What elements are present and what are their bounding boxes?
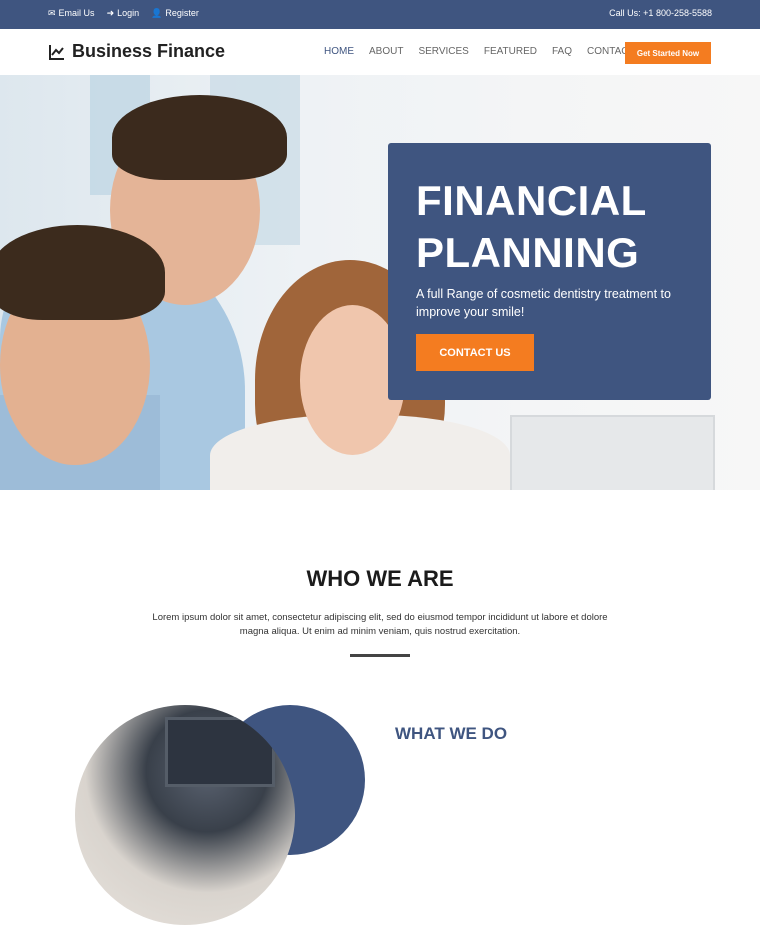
login-link[interactable]: ➜ Login: [107, 8, 140, 18]
what-we-do-title: WHAT WE DO: [395, 724, 508, 743]
user-plus-icon: 👤: [151, 7, 163, 18]
main-navbar: Business Finance HOME ABOUT SERVICES FEA…: [0, 29, 760, 75]
call-us-text: Call Us: +1 800-258-5588: [609, 8, 712, 18]
nav-menu: HOME ABOUT SERVICES FEATURED FAQ CONTACT: [324, 46, 650, 57]
email-us-link[interactable]: ✉ Email Us: [48, 8, 95, 18]
who-we-are-title: WHO WE ARE: [306, 566, 454, 591]
sign-in-icon: ➜: [106, 7, 115, 18]
who-we-are-text: Lorem ipsum dolor sit amet, consectetur …: [152, 612, 608, 637]
hero-title: FINANCIAL PLANNING: [416, 175, 647, 279]
register-link[interactable]: 👤 Register: [151, 8, 199, 18]
hero-title-line1: FINANCIAL: [416, 177, 647, 224]
hero-subtitle: A full Range of cosmetic dentistry treat…: [416, 287, 671, 319]
nav-about[interactable]: ABOUT: [369, 46, 403, 57]
get-started-button[interactable]: Get Started Now: [625, 42, 711, 64]
line-chart-icon: [49, 44, 64, 60]
section-divider: [350, 654, 410, 657]
what-we-do-image: [75, 705, 295, 925]
nav-faq[interactable]: FAQ: [552, 46, 572, 57]
brand-logo[interactable]: Business Finance: [48, 41, 225, 62]
contact-us-button[interactable]: CONTACT US: [416, 334, 534, 371]
nav-home[interactable]: HOME: [324, 46, 354, 57]
top-bar: ✉ Email Us ➜ Login 👤 Register Call Us: +…: [0, 0, 760, 29]
hero-photo-person: [112, 95, 287, 180]
email-us-label: Email Us: [58, 8, 95, 18]
nav-services[interactable]: SERVICES: [418, 46, 468, 57]
brand-name: Business Finance: [72, 41, 226, 61]
nav-featured[interactable]: FEATURED: [484, 46, 537, 57]
top-bar-links: ✉ Email Us ➜ Login 👤 Register: [48, 8, 199, 18]
login-label: Login: [117, 8, 140, 18]
hero-card: FINANCIAL PLANNING A full Range of cosme…: [388, 143, 711, 400]
hero-title-line2: PLANNING: [416, 229, 640, 276]
register-label: Register: [165, 8, 199, 18]
hero-photo-laptop: [510, 415, 715, 490]
envelope-icon: ✉: [48, 7, 56, 18]
monitor-graphic: [165, 717, 275, 787]
hero-photo-person: [0, 225, 165, 320]
